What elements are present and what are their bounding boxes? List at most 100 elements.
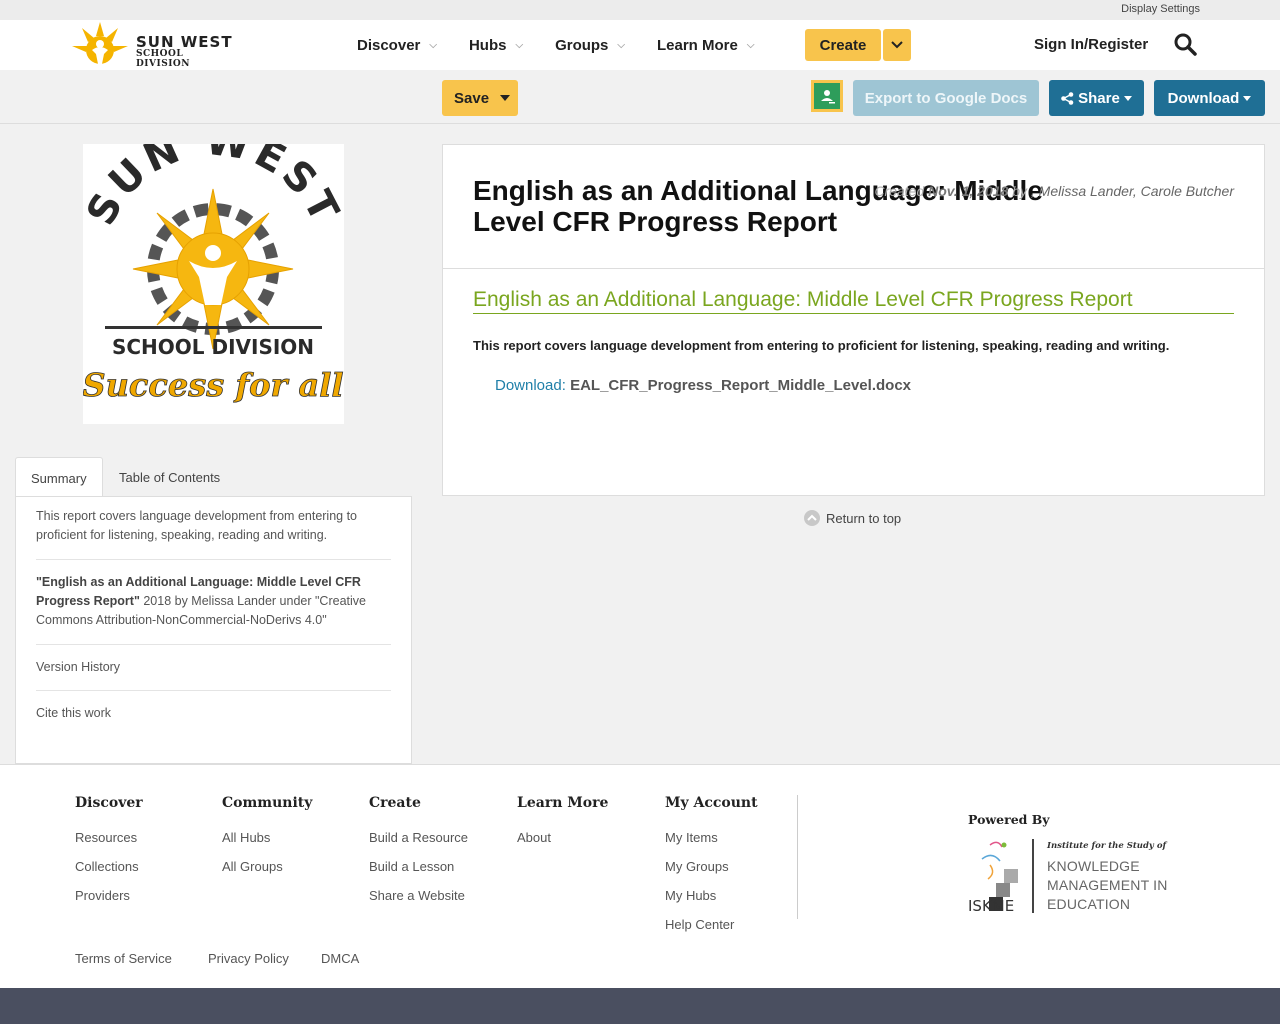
footer-link[interactable]: About	[517, 823, 608, 852]
nav-hubs[interactable]: Hubs ⌵	[469, 37, 523, 54]
resource-cover-image: SUN WEST SCHOOL DIVISION Success for all	[78, 118, 345, 424]
footer-divider	[797, 795, 798, 919]
download-label: Download	[1167, 89, 1240, 107]
meta-by: by ,	[1008, 183, 1039, 199]
iskme-mark-icon: ISKME	[968, 841, 1018, 913]
footer-heading: Community	[222, 795, 313, 811]
download-link-label[interactable]: Download:	[495, 377, 566, 394]
terms-of-service-link[interactable]: Terms of Service	[75, 951, 172, 966]
main-nav: Discover ⌵ Hubs ⌵ Groups ⌵ Learn More ⌵	[357, 20, 786, 70]
chevron-down-icon: ⌵	[515, 39, 524, 51]
bottom-bar	[0, 988, 1280, 1024]
search-icon[interactable]	[1173, 32, 1197, 56]
chevron-down-icon: ⌵	[429, 39, 437, 51]
cite-work-link[interactable]: Cite this work	[36, 691, 391, 736]
resource-header: English as an Additional Language: Middl…	[443, 145, 1264, 269]
sign-in-link[interactable]: Sign In/Register	[1034, 36, 1148, 53]
return-to-top-link[interactable]: Return to top	[804, 510, 901, 526]
footer-link[interactable]: Build a Resource	[369, 823, 468, 852]
nav-label: Groups	[555, 36, 609, 54]
footer-link[interactable]: Help Center	[665, 910, 758, 939]
return-to-top-label: Return to top	[826, 510, 902, 526]
footer-heading: Create	[369, 795, 421, 811]
cover-division-text: SCHOOL DIVISION	[112, 335, 314, 359]
footer-link[interactable]: Collections	[75, 852, 143, 881]
resource-card: English as an Additional Language: Middl…	[442, 144, 1265, 496]
footer-link[interactable]: Providers	[75, 881, 143, 910]
logo-line2: SCHOOL DIVISION	[136, 49, 190, 69]
share-icon	[1061, 91, 1074, 105]
display-settings-link[interactable]: Display Settings	[1121, 3, 1200, 15]
tab-summary[interactable]: Summary	[15, 457, 103, 498]
iskme-divider	[1032, 839, 1034, 913]
nav-learn-more[interactable]: Learn More ⌵	[657, 37, 754, 54]
create-button[interactable]: Create	[805, 29, 881, 61]
resource-toolbar: Save Export to Google Docs Share Downloa…	[0, 70, 1280, 124]
caret-down-icon	[1243, 95, 1252, 101]
chevron-up-icon	[804, 510, 820, 526]
nav-groups[interactable]: Groups ⌵	[555, 37, 625, 54]
footer-link[interactable]: My Hubs	[665, 881, 758, 910]
footer-col-community: Community All Hubs All Groups	[222, 795, 312, 881]
site-footer: Discover Resources Collections Providers…	[0, 764, 1280, 988]
footer-heading: My Account	[665, 795, 758, 811]
sun-logo-icon	[72, 22, 128, 64]
footer-link[interactable]: All Groups	[222, 852, 312, 881]
download-button[interactable]: Download	[1154, 80, 1265, 116]
nav-label: Hubs	[468, 36, 507, 54]
cover-motto-text: Success for all	[83, 366, 344, 404]
share-button[interactable]: Share	[1049, 80, 1144, 116]
save-button[interactable]: Save	[442, 80, 518, 116]
nav-discover[interactable]: Discover ⌵	[357, 37, 437, 54]
footer-link[interactable]: Build a Lesson	[369, 852, 468, 881]
dmca-link[interactable]: DMCA	[321, 951, 359, 966]
footer-col-learn-more: Learn More About	[517, 795, 608, 852]
footer-heading: Learn More	[517, 795, 609, 811]
version-history-link[interactable]: Version History	[36, 645, 391, 691]
iskme-mark-text: ISKME	[968, 897, 1014, 913]
create-dropdown-button[interactable]	[883, 29, 911, 61]
share-label: Share	[1078, 89, 1120, 107]
summary-panel: This report covers language development …	[15, 496, 412, 764]
save-label: Save	[454, 89, 490, 107]
chevron-down-icon: ⌵	[617, 39, 625, 51]
meta-date: Nov. 1, 2018	[928, 183, 1009, 199]
summary-text: This report covers language development …	[36, 497, 391, 560]
iskme-logo[interactable]: ISKME Institute for the Study of KNOWLED…	[968, 839, 1178, 915]
attribution-mid: 2018 by Melissa Lander under	[139, 594, 315, 608]
iskme-institute: Institute for the Study of	[1047, 841, 1167, 851]
download-line[interactable]: Download: EAL_CFR_Progress_Report_Middle…	[495, 377, 911, 394]
iskme-name-line: EDUCATION	[1047, 896, 1131, 912]
resource-link-title[interactable]: English as an Additional Language: Middl…	[473, 288, 1234, 314]
resource-tabs: Summary Table of Contents	[15, 457, 412, 498]
footer-link[interactable]: My Items	[665, 823, 758, 852]
site-header: SUN WEST SCHOOL DIVISION Discover ⌵ Hubs…	[0, 20, 1280, 70]
download-file-name[interactable]: EAL_CFR_Progress_Report_Middle_Level.doc…	[570, 377, 911, 394]
iskme-name: KNOWLEDGE MANAGEMENT IN EDUCATION	[1047, 857, 1168, 914]
site-logo[interactable]: SUN WEST SCHOOL DIVISION	[70, 20, 240, 69]
sun-west-logo: SUN WEST SCHOOL DIVISION Success for all	[78, 118, 345, 405]
footer-link[interactable]: Resources	[75, 823, 143, 852]
powered-by-label: Powered By	[968, 812, 1050, 827]
caret-down-icon	[500, 95, 511, 101]
attribution: "English as an Additional Language: Midd…	[36, 560, 391, 645]
footer-link[interactable]: My Groups	[665, 852, 758, 881]
resource-meta: Created Nov. 1, 2018 by , Melissa Lander…	[874, 183, 1234, 199]
footer-link[interactable]: All Hubs	[222, 823, 312, 852]
resource-description: This report covers language development …	[473, 338, 1170, 353]
footer-col-my-account: My Account My Items My Groups My Hubs He…	[665, 795, 758, 939]
iskme-name-line: KNOWLEDGE	[1047, 858, 1140, 874]
meta-authors[interactable]: Melissa Lander, Carole Butcher	[1039, 183, 1234, 199]
privacy-policy-link[interactable]: Privacy Policy	[208, 951, 289, 966]
caret-down-icon	[1123, 95, 1132, 101]
footer-link[interactable]: Share a Website	[369, 881, 468, 910]
nav-label: Discover	[357, 36, 421, 54]
chevron-down-icon	[891, 41, 903, 49]
export-google-docs-button[interactable]: Export to Google Docs	[853, 80, 1039, 116]
footer-heading: Discover	[75, 795, 143, 811]
iskme-name-line: MANAGEMENT IN	[1047, 877, 1168, 893]
chevron-down-icon: ⌵	[746, 39, 755, 51]
tab-table-of-contents[interactable]: Table of Contents	[104, 457, 235, 497]
google-classroom-icon[interactable]	[811, 80, 843, 112]
nav-label: Learn More	[657, 36, 738, 54]
